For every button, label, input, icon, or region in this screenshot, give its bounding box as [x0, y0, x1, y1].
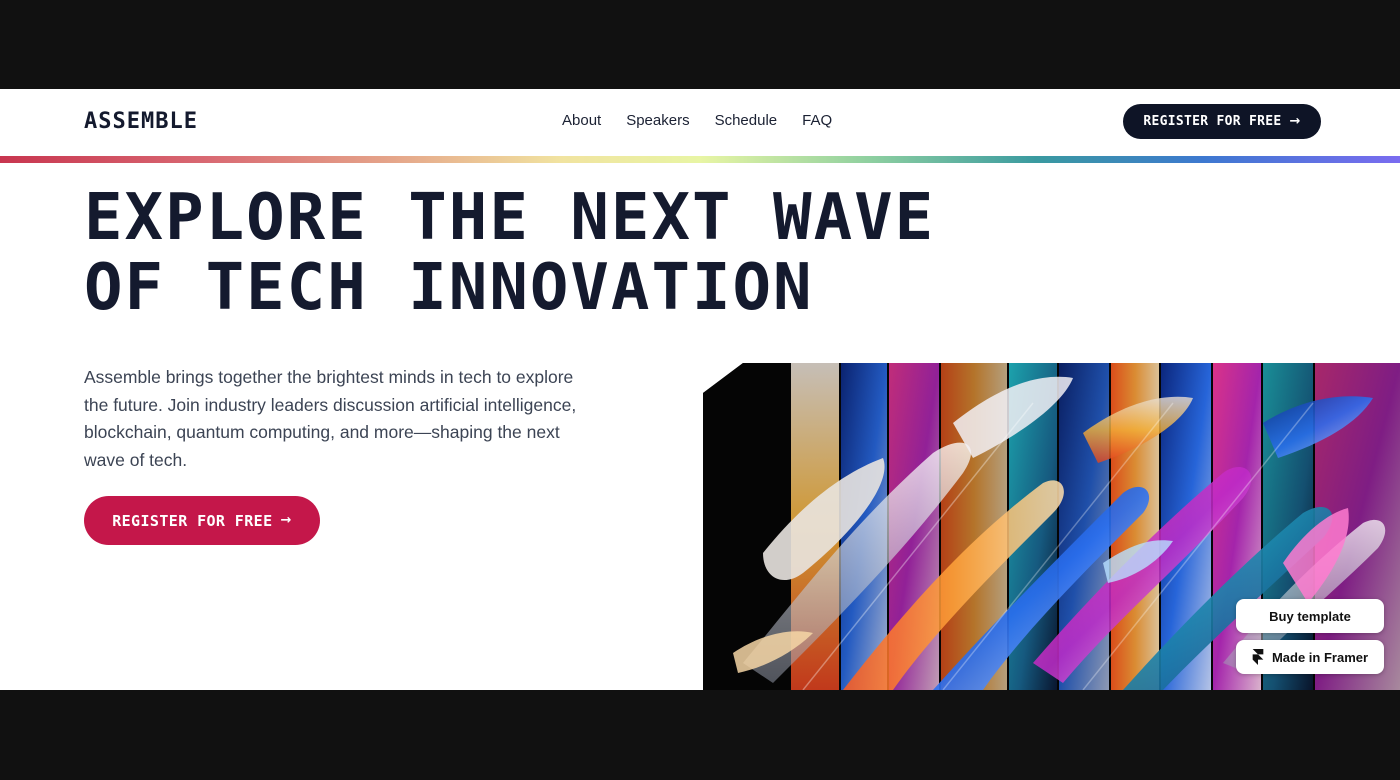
- top-nav: ASSEMBLE About Speakers Schedule FAQ REG…: [0, 89, 1400, 156]
- letterbox-top: [0, 0, 1400, 89]
- hero-intro: Assemble brings together the brightest m…: [84, 367, 577, 470]
- hero-register-label: REGISTER FOR FREE: [112, 511, 273, 530]
- arrow-right-icon: →: [1289, 114, 1301, 129]
- landing-page: ASSEMBLE About Speakers Schedule FAQ REG…: [0, 89, 1400, 690]
- hero-register-button[interactable]: REGISTER FOR FREE →: [84, 496, 320, 545]
- nav-link-faq[interactable]: FAQ: [802, 112, 832, 129]
- nav-link-speakers[interactable]: Speakers: [626, 112, 689, 129]
- letterbox-bottom: [0, 690, 1400, 780]
- site-logo[interactable]: ASSEMBLE: [84, 109, 198, 134]
- nav-register-label: REGISTER FOR FREE: [1143, 114, 1282, 129]
- nav-link-about[interactable]: About: [562, 112, 601, 129]
- hero-headline: EXPLORE THE NEXT WAVE OF TECH INNOVATION: [84, 183, 964, 323]
- headline-line-1: EXPLORE THE NEXT WAVE: [84, 181, 936, 255]
- headline-line-2: OF TECH INNOVATION: [84, 251, 814, 325]
- arrow-right-icon: →: [280, 513, 292, 528]
- nav-link-schedule[interactable]: Schedule: [715, 112, 778, 129]
- nav-register-button[interactable]: REGISTER FOR FREE →: [1123, 104, 1321, 139]
- rainbow-divider: [0, 156, 1400, 163]
- made-in-framer-button[interactable]: Made in Framer: [1236, 640, 1384, 674]
- buy-template-button[interactable]: Buy template: [1236, 599, 1384, 633]
- made-in-framer-label: Made in Framer: [1271, 649, 1369, 665]
- framer-logo-icon: [1252, 649, 1264, 665]
- nav-links: About Speakers Schedule FAQ: [562, 112, 832, 129]
